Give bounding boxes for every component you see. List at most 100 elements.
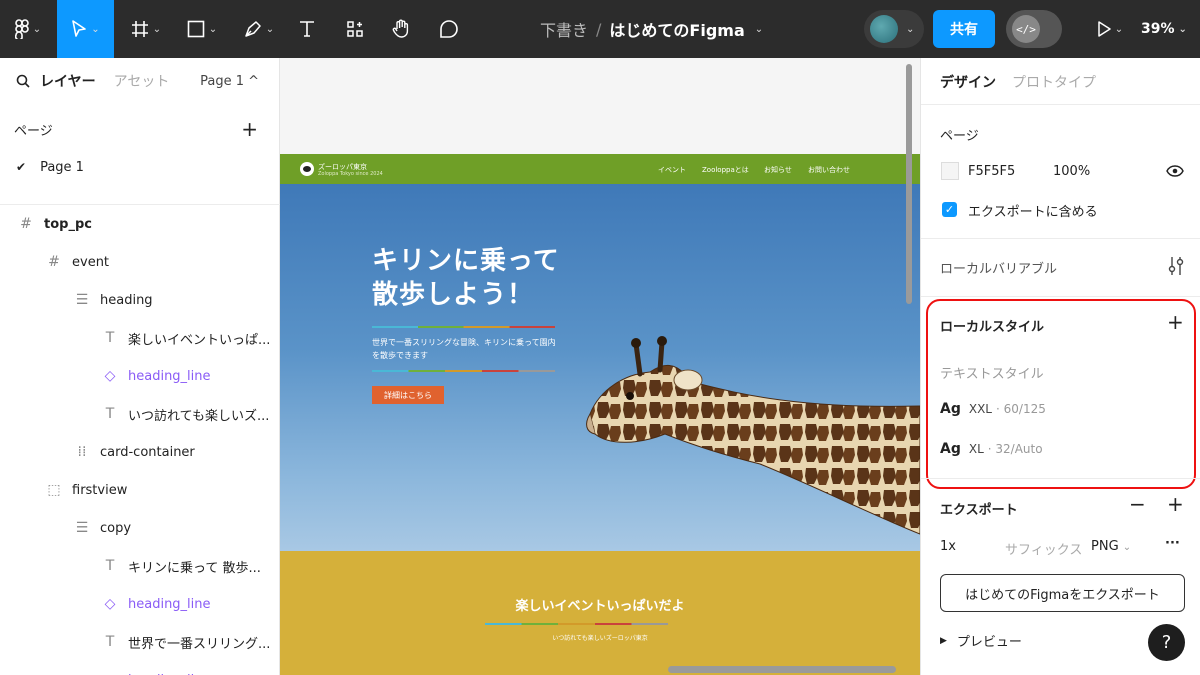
layer-item[interactable]: T 楽しいイベントいっぱ... xyxy=(0,319,280,357)
layer-item[interactable]: T 世界で一番スリリング... xyxy=(0,623,280,661)
grid-icon: ⁞⁞ xyxy=(77,444,87,460)
page-background-hex[interactable]: F5F5F5 xyxy=(968,164,1015,179)
tab-assets[interactable]: アセット xyxy=(114,71,170,91)
add-export-button[interactable]: + xyxy=(1167,492,1184,516)
page-item-label: Page 1 xyxy=(40,159,84,175)
hero-title[interactable]: キリンに乗って 散歩しよう！ xyxy=(372,244,560,312)
include-export-checkbox[interactable]: ✓ xyxy=(942,202,957,217)
chevron-down-icon: ⌄ xyxy=(152,23,162,35)
breadcrumb-parent[interactable]: 下書き xyxy=(540,17,588,41)
site-header[interactable]: ズーロッパ東京 Zoloppa Tokyo since 2024 イベント Zo… xyxy=(280,154,920,184)
export-button[interactable]: はじめてのFigmaをエクスポート xyxy=(940,574,1185,612)
export-scale[interactable]: 1x xyxy=(940,539,956,554)
present-button[interactable]: ⌄ xyxy=(1090,0,1130,58)
chevron-down-icon: ⌄ xyxy=(906,23,915,35)
page-background-swatch[interactable] xyxy=(941,162,959,180)
layer-item[interactable]: ☰ copy xyxy=(0,509,280,547)
heading-line[interactable] xyxy=(372,370,555,372)
panda-logo-icon xyxy=(300,162,314,176)
add-style-button[interactable]: + xyxy=(1167,310,1184,334)
layer-item-label: heading xyxy=(100,292,153,308)
site-nav-item[interactable]: お知らせ xyxy=(764,165,792,175)
event-section[interactable]: 楽しいイベントいっぱいだよ いつ訪れても楽しいズーロッパ東京 xyxy=(280,551,920,675)
comment-icon xyxy=(440,20,458,38)
horizontal-scrollbar[interactable] xyxy=(668,666,896,673)
hero-detail-button[interactable]: 詳細はこちら xyxy=(372,386,444,404)
preview-toggle[interactable]: ▶ プレビュー xyxy=(940,631,1022,650)
site-nav-item[interactable]: お問い合わせ xyxy=(808,165,850,175)
site-nav-item[interactable]: Zooloppaとは xyxy=(702,165,749,175)
search-icon[interactable] xyxy=(16,74,30,88)
comment-tool-button[interactable] xyxy=(434,0,464,58)
layer-item-label: いつ訪れても楽しいズ... xyxy=(128,408,270,424)
text-style-item[interactable]: Ag XL · 32/Auto xyxy=(940,441,1043,457)
variables-sliders-icon[interactable] xyxy=(1167,256,1185,276)
layer-item[interactable]: ☰ heading xyxy=(0,281,280,319)
vertical-scrollbar[interactable] xyxy=(906,64,912,304)
help-button[interactable]: ? xyxy=(1148,624,1185,661)
move-tool-button[interactable]: ⌄ xyxy=(57,0,114,58)
share-button[interactable]: 共有 xyxy=(933,10,995,48)
page-item[interactable]: ✔ Page 1 xyxy=(0,148,280,186)
file-name[interactable]: はじめてのFigma xyxy=(609,17,744,41)
layer-item[interactable]: ◇heading_line xyxy=(0,357,280,395)
shape-tool-button[interactable]: ⌄ xyxy=(178,0,226,58)
local-styles-label: ローカルスタイル xyxy=(940,320,1045,335)
caret-right-icon: ▶ xyxy=(940,635,947,646)
hero-copy[interactable]: 世界で一番スリリングな冒険、キリンに乗って園内を散歩できます xyxy=(372,336,562,362)
remove-export-button[interactable]: − xyxy=(1129,492,1146,516)
include-export-label: エクスポートに含める xyxy=(968,205,1098,220)
event-subtitle[interactable]: いつ訪れても楽しいズーロッパ東京 xyxy=(280,633,920,642)
layer-item[interactable]: ◇heading_line xyxy=(0,661,280,675)
local-variables-label[interactable]: ローカルバリアブル xyxy=(940,258,1057,277)
export-more-button[interactable]: ··· xyxy=(1165,536,1180,551)
tab-layers[interactable]: レイヤー xyxy=(40,71,96,91)
right-panel-tabs: デザイン プロトタイプ xyxy=(940,72,1096,92)
breadcrumb[interactable]: 下書き / はじめてのFigma ⌄ xyxy=(540,0,763,58)
chevron-down-icon[interactable]: ⌄ xyxy=(755,24,763,35)
multiplayer-avatar-button[interactable]: ⌄ xyxy=(864,10,924,48)
site-nav-item[interactable]: イベント xyxy=(658,165,686,175)
frame-tool-button[interactable]: ⌄ xyxy=(124,0,168,58)
export-format-select[interactable]: PNG ⌄ xyxy=(1091,539,1131,554)
component-instance-icon: ◇ xyxy=(104,368,116,384)
hero-title-line: 散歩しよう！ xyxy=(372,280,535,310)
page-selector[interactable]: Page 1 ^ xyxy=(200,74,259,89)
frame-top-pc[interactable]: ズーロッパ東京 Zoloppa Tokyo since 2024 イベント Zo… xyxy=(280,154,920,675)
layer-item[interactable]: T キリンに乗って 散歩... xyxy=(0,547,280,585)
text-style-name: XL xyxy=(968,442,984,456)
text-icon: T xyxy=(105,330,115,346)
frame-icon xyxy=(131,21,148,37)
layer-item[interactable]: T いつ訪れても楽しいズ... xyxy=(0,395,280,433)
text-tool-button[interactable] xyxy=(292,0,322,58)
frame-icon: # xyxy=(20,216,32,232)
layer-item[interactable]: ⁞⁞ card-container xyxy=(0,433,280,471)
layer-item[interactable]: # event xyxy=(0,243,280,281)
layer-item[interactable]: ◇heading_line xyxy=(0,585,280,623)
canvas[interactable]: ズーロッパ東京 Zoloppa Tokyo since 2024 イベント Zo… xyxy=(280,58,920,675)
tab-prototype[interactable]: プロトタイプ xyxy=(1012,72,1096,92)
play-icon xyxy=(1098,21,1111,37)
text-style-item[interactable]: Ag XXL · 60/125 xyxy=(940,401,1046,417)
event-title[interactable]: 楽しいイベントいっぱいだよ xyxy=(280,595,920,614)
layer-item-label: copy xyxy=(100,520,132,536)
heading-line[interactable] xyxy=(372,326,555,328)
firstview-section[interactable]: キリンに乗って 散歩しよう！ 世界で一番スリリングな冒険、キリンに乗って園内を散… xyxy=(280,184,920,551)
properties-panel: デザイン プロトタイプ ページ F5F5F5 100% ✓ エクスポートに含める… xyxy=(920,58,1200,675)
page-background-opacity[interactable]: 100% xyxy=(1053,164,1090,179)
site-brand-sub: Zoloppa Tokyo since 2024 xyxy=(318,171,383,177)
resources-button[interactable] xyxy=(340,0,370,58)
heading-line[interactable] xyxy=(485,623,668,625)
zoom-menu[interactable]: 39% ⌄ xyxy=(1141,0,1187,58)
figma-app: ⌄ ⌄ ⌄ ⌄ ⌄ 下書き / はじめてのFigma ⌄ ⌄ 共有 </> ⌄ … xyxy=(0,0,1200,675)
layer-item[interactable]: # top_pc xyxy=(0,205,280,243)
tab-design[interactable]: デザイン xyxy=(940,72,996,92)
dev-mode-toggle[interactable]: </> xyxy=(1006,10,1062,48)
main-menu-button[interactable]: ⌄ xyxy=(8,0,48,58)
layer-item[interactable]: ⬚ firstview xyxy=(0,471,280,509)
hand-tool-button[interactable] xyxy=(386,0,416,58)
add-page-button[interactable]: + xyxy=(241,117,258,141)
export-suffix-input[interactable]: サフィックス xyxy=(1005,539,1082,558)
eye-icon[interactable] xyxy=(1166,165,1184,177)
pen-tool-button[interactable]: ⌄ xyxy=(236,0,282,58)
